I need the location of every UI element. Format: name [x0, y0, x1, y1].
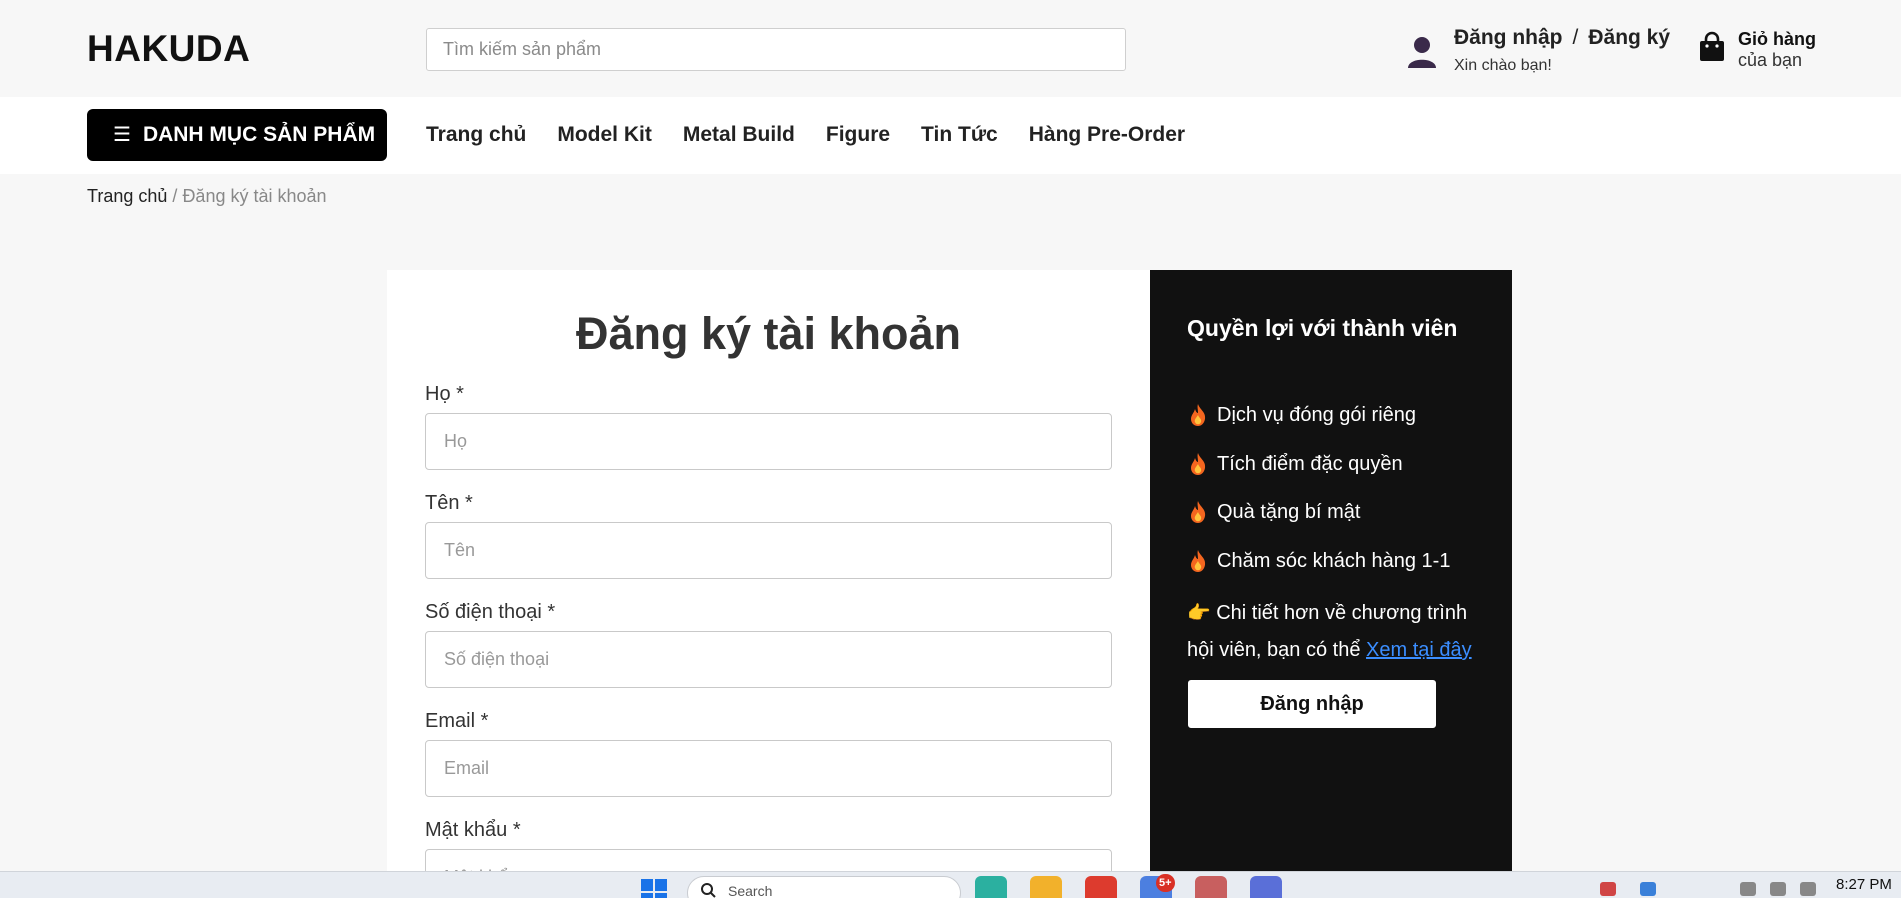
nav-link-figure[interactable]: Figure — [826, 123, 890, 147]
membership-note: 👉 Chi tiết hơn về chương trình hội viên,… — [1187, 595, 1487, 668]
product-category-label: DANH MỤC SẢN PHẨM — [142, 123, 376, 146]
cart-title: Giỏ hàng — [1738, 29, 1816, 49]
view-details-link[interactable]: Xem tại đây — [1366, 639, 1472, 661]
taskbar-clock[interactable]: 8:27 PM — [1836, 876, 1892, 893]
product-category-button[interactable]: ☰ DANH MỤC SẢN PHẨM — [87, 109, 387, 161]
login-button[interactable]: Đăng nhập — [1187, 679, 1437, 729]
nav-links: Trang chủ Model Kit Metal Build Figure T… — [426, 123, 1185, 147]
cart-subtitle: của bạn — [1738, 50, 1803, 70]
search-input[interactable] — [426, 28, 1126, 71]
account-separator: / — [1572, 26, 1579, 49]
taskbar-search[interactable]: Search — [687, 876, 961, 898]
benefit-text: Quà tặng bí mật — [1217, 500, 1361, 523]
nav-link-metal-build[interactable]: Metal Build — [683, 123, 795, 147]
benefits-title: Quyền lợi với thành viên — [1187, 315, 1458, 341]
menu-icon: ☰ — [113, 124, 131, 146]
fire-icon — [1191, 404, 1206, 426]
calendar-icon[interactable] — [1195, 876, 1227, 898]
form-title: Đăng ký tài khoản — [575, 308, 962, 359]
register-link[interactable]: Đăng ký — [1588, 26, 1670, 49]
account-links: Đăng nhập / Đăng ký — [1454, 26, 1670, 50]
nav-link-model-kit[interactable]: Model Kit — [557, 123, 652, 147]
benefit-item: Quà tặng bí mật — [1187, 500, 1360, 524]
windows-start-icon[interactable] — [640, 878, 668, 898]
top-header: HAKUDA Đăng nhập / Đăng ký Xin chào bạn! G… — [0, 0, 1901, 97]
register-form: Đăng ký tài khoản Họ * Tên * Số điện tho… — [387, 270, 1150, 898]
nav-link-pre-order[interactable]: Hàng Pre-Order — [1029, 123, 1185, 147]
nav-link-news[interactable]: Tin Tức — [921, 123, 998, 147]
battery-icon[interactable] — [1800, 882, 1816, 896]
file-explorer-icon[interactable] — [1030, 876, 1062, 898]
password-label: Mật khẩu * — [425, 819, 521, 841]
os-taskbar: Search 5+ 8:27 PM — [0, 871, 1901, 898]
user-icon[interactable] — [1405, 34, 1439, 70]
fire-icon — [1191, 501, 1206, 523]
account-area: Đăng nhập / Đăng ký Xin chào bạn! — [1405, 24, 1685, 80]
site-logo[interactable]: HAKUDA — [87, 28, 250, 70]
messenger-icon[interactable] — [1250, 876, 1282, 898]
wifi-icon[interactable] — [1740, 882, 1756, 896]
phone-input[interactable] — [425, 631, 1112, 688]
shopping-bag-icon — [1700, 31, 1724, 61]
email-input[interactable] — [425, 740, 1112, 797]
benefit-item: Dịch vụ đóng gói riêng — [1187, 403, 1416, 427]
benefit-item: Chăm sóc khách hàng 1-1 — [1187, 549, 1450, 573]
breadcrumb-home[interactable]: Trang chủ — [87, 186, 167, 206]
edge-icon[interactable] — [975, 876, 1007, 898]
phone-label: Số điện thoại * — [425, 601, 556, 623]
breadcrumb-current: Đăng ký tài khoản — [182, 186, 327, 206]
main-nav: ☰ DANH MỤC SẢN PHẨM Trang chủ Model Kit … — [0, 97, 1901, 174]
notification-badge: 5+ — [1156, 874, 1175, 892]
fire-icon — [1191, 550, 1206, 572]
benefit-text: Dịch vụ đóng gói riêng — [1217, 403, 1417, 426]
login-link[interactable]: Đăng nhập — [1454, 26, 1563, 49]
benefit-item: Tích điểm đặc quyền — [1187, 452, 1403, 476]
first-name-input[interactable] — [425, 522, 1112, 579]
breadcrumb: Trang chủ / Đăng ký tài khoản — [87, 186, 327, 207]
benefit-text: Tích điểm đặc quyền — [1217, 452, 1403, 475]
cart-button[interactable]: Giỏ hàng của bạn — [1698, 29, 1848, 75]
pointing-hand-icon: 👉 — [1187, 603, 1211, 624]
tray-icon[interactable] — [1600, 882, 1616, 896]
benefit-text: Chăm sóc khách hàng 1-1 — [1217, 549, 1451, 572]
search-icon — [701, 883, 716, 898]
app-icon[interactable]: 5+ — [1140, 874, 1175, 898]
fire-icon — [1191, 453, 1206, 475]
first-name-label: Tên * — [425, 492, 473, 514]
last-name-label: Họ * — [425, 383, 464, 405]
tray-icon[interactable] — [1640, 882, 1656, 896]
chrome-icon[interactable] — [1085, 876, 1117, 898]
email-label: Email * — [425, 710, 489, 732]
breadcrumb-separator: / — [172, 186, 178, 206]
last-name-input[interactable] — [425, 413, 1112, 470]
account-greeting: Xin chào bạn! — [1454, 57, 1552, 74]
volume-icon[interactable] — [1770, 882, 1786, 896]
taskbar-search-text: Search — [728, 883, 773, 898]
member-benefits-panel: Quyền lợi với thành viên Dịch vụ đóng gó… — [1150, 270, 1512, 898]
nav-link-home[interactable]: Trang chủ — [426, 123, 526, 147]
